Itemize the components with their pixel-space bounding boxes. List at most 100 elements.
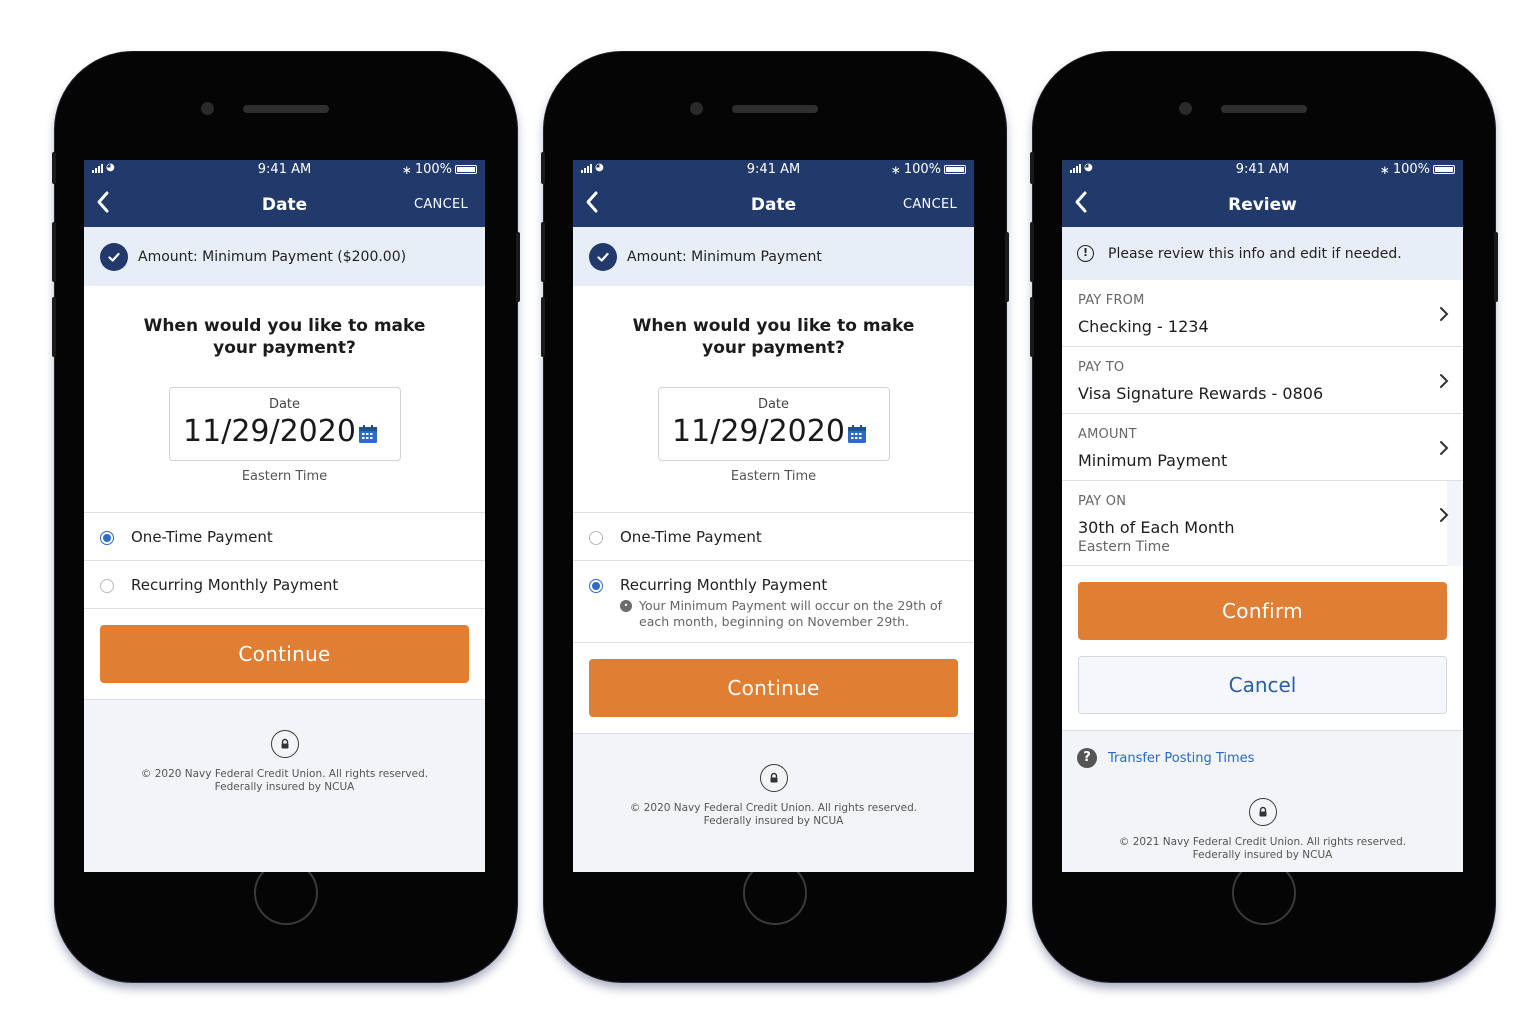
- option-label: Recurring Monthly Payment: [620, 576, 828, 594]
- review-row-pay-from[interactable]: PAY FROM Checking - 1234: [1062, 280, 1463, 347]
- option-one-time[interactable]: One-Time Payment: [84, 512, 485, 560]
- help-link-row[interactable]: ? Transfer Posting Times: [1062, 731, 1463, 768]
- battery-icon: [1433, 165, 1455, 174]
- option-label: One-Time Payment: [131, 528, 273, 546]
- review-banner-text: Please review this info and edit if need…: [1108, 245, 1402, 262]
- screen-date-recurring: ◕ 9:41 AM ∗ 100% Date CANCEL Amount: Min…: [573, 160, 974, 872]
- radio-recurring[interactable]: [589, 579, 603, 593]
- screen-date-one-time: ◕ 9:41 AM ∗ 100% Date CANCEL Amount: Min…: [84, 160, 485, 872]
- phone-frame-3: ◕ 9:41 AM ∗ 100% Review ! Please review …: [1030, 52, 1498, 982]
- copyright-text: © 2021 Navy Federal Credit Union. All ri…: [1118, 836, 1407, 848]
- bluetooth-icon: ∗: [1379, 162, 1390, 177]
- row-value: Visa Signature Rewards - 0806: [1078, 384, 1324, 403]
- transfer-posting-times-link[interactable]: Transfer Posting Times: [1108, 751, 1254, 766]
- radio-recurring[interactable]: [100, 579, 114, 593]
- review-banner: ! Please review this info and edit if ne…: [1062, 227, 1463, 280]
- calendar-icon[interactable]: [358, 424, 378, 444]
- page-title: Review: [1228, 195, 1297, 215]
- row-subvalue: Eastern Time: [1078, 539, 1170, 555]
- info-dot-icon: •: [620, 600, 632, 612]
- bluetooth-icon: ∗: [401, 162, 412, 177]
- date-question: When would you like to make your payment…: [632, 316, 915, 358]
- amount-summary-banner: Amount: Minimum Payment ($200.00): [84, 227, 485, 286]
- date-label: Date: [268, 397, 301, 412]
- footer: © 2020 Navy Federal Credit Union. All ri…: [573, 734, 974, 828]
- chevron-right-icon: [1440, 307, 1449, 321]
- option-label: One-Time Payment: [620, 528, 762, 546]
- amount-summary-banner: Amount: Minimum Payment: [573, 227, 974, 286]
- option-recurring[interactable]: Recurring Monthly Payment: [84, 560, 485, 608]
- review-row-amount[interactable]: AMOUNT Minimum Payment: [1062, 414, 1463, 481]
- status-bar: ◕ 9:41 AM ∗ 100%: [573, 160, 974, 179]
- review-row-pay-to[interactable]: PAY TO Visa Signature Rewards - 0806: [1062, 347, 1463, 414]
- date-picker[interactable]: Date 11/29/2020: [657, 387, 890, 461]
- battery-percent: 100%: [903, 162, 941, 177]
- row-value: Minimum Payment: [1078, 451, 1228, 470]
- lock-icon: [270, 730, 299, 758]
- continue-section: Continue: [573, 642, 974, 734]
- chevron-right-icon: [1440, 441, 1449, 455]
- recurring-note-text: Your Minimum Payment will occur on the 2…: [639, 598, 943, 629]
- status-bar: ◕ 9:41 AM ∗ 100%: [1062, 160, 1463, 179]
- row-value: Checking - 1234: [1078, 317, 1209, 336]
- lock-icon: [1248, 798, 1277, 826]
- continue-button[interactable]: Continue: [100, 625, 469, 683]
- nav-bar: Date CANCEL: [573, 179, 974, 227]
- insured-text: Federally insured by NCUA: [214, 781, 355, 793]
- continue-button[interactable]: Continue: [589, 659, 958, 717]
- option-recurring[interactable]: Recurring Monthly Payment • Your Minimum…: [573, 560, 974, 642]
- copyright-text: © 2020 Navy Federal Credit Union. All ri…: [140, 768, 429, 780]
- option-label: Recurring Monthly Payment: [131, 576, 339, 594]
- info-icon: !: [1077, 245, 1094, 262]
- chevron-right-icon: [1440, 508, 1449, 522]
- timezone-label: Eastern Time: [730, 469, 817, 484]
- radio-one-time[interactable]: [100, 531, 114, 545]
- option-one-time[interactable]: One-Time Payment: [573, 512, 974, 560]
- chevron-right-icon: [1440, 374, 1449, 388]
- recurring-note: • Your Minimum Payment will occur on the…: [620, 598, 958, 630]
- cancel-link[interactable]: CANCEL: [414, 197, 468, 212]
- insured-text: Federally insured by NCUA: [1192, 849, 1333, 861]
- bluetooth-icon: ∗: [890, 162, 901, 177]
- speaker: [1221, 105, 1307, 113]
- speaker: [243, 105, 329, 113]
- row-label: PAY ON: [1078, 494, 1127, 509]
- battery-icon: [455, 165, 477, 174]
- check-circle-icon: [100, 242, 128, 271]
- timezone-label: Eastern Time: [241, 469, 328, 484]
- date-picker[interactable]: Date 11/29/2020: [168, 387, 401, 461]
- insured-text: Federally insured by NCUA: [703, 815, 844, 827]
- speaker: [732, 105, 818, 113]
- camera: [1179, 102, 1192, 115]
- confirm-button[interactable]: Confirm: [1078, 582, 1447, 640]
- footer: © 2020 Navy Federal Credit Union. All ri…: [84, 700, 485, 794]
- copyright-text: © 2020 Navy Federal Credit Union. All ri…: [629, 802, 918, 814]
- check-circle-icon: [589, 242, 617, 271]
- date-section: When would you like to make your payment…: [84, 286, 485, 608]
- phone-frame-1: ◕ 9:41 AM ∗ 100% Date CANCEL Amount: Min…: [52, 52, 520, 982]
- continue-section: Continue: [84, 608, 485, 700]
- screen-review: ◕ 9:41 AM ∗ 100% Review ! Please review …: [1062, 160, 1463, 872]
- date-question: When would you like to make your payment…: [143, 316, 426, 358]
- footer: © 2021 Navy Federal Credit Union. All ri…: [1062, 768, 1463, 862]
- nav-bar: Date CANCEL: [84, 179, 485, 227]
- review-actions: Confirm Cancel: [1062, 566, 1463, 731]
- review-row-pay-on[interactable]: PAY ON 30th of Each Month Eastern Time: [1062, 481, 1449, 566]
- radio-one-time[interactable]: [589, 531, 603, 545]
- cancel-button[interactable]: Cancel: [1078, 656, 1447, 714]
- nav-bar: Review: [1062, 179, 1463, 227]
- row-label: PAY TO: [1078, 360, 1125, 375]
- date-section: When would you like to make your payment…: [573, 286, 974, 642]
- lock-icon: [759, 764, 788, 792]
- battery-percent: 100%: [1392, 162, 1430, 177]
- amount-summary-text: Amount: Minimum Payment: [627, 248, 822, 265]
- status-bar: ◕ 9:41 AM ∗ 100%: [84, 160, 485, 179]
- cancel-link[interactable]: CANCEL: [903, 197, 957, 212]
- phone-frame-2: ◕ 9:41 AM ∗ 100% Date CANCEL Amount: Min…: [541, 52, 1009, 982]
- camera: [690, 102, 703, 115]
- camera: [201, 102, 214, 115]
- question-icon: ?: [1077, 748, 1097, 768]
- battery-percent: 100%: [414, 162, 452, 177]
- calendar-icon[interactable]: [847, 424, 867, 444]
- amount-summary-text: Amount: Minimum Payment ($200.00): [138, 248, 407, 265]
